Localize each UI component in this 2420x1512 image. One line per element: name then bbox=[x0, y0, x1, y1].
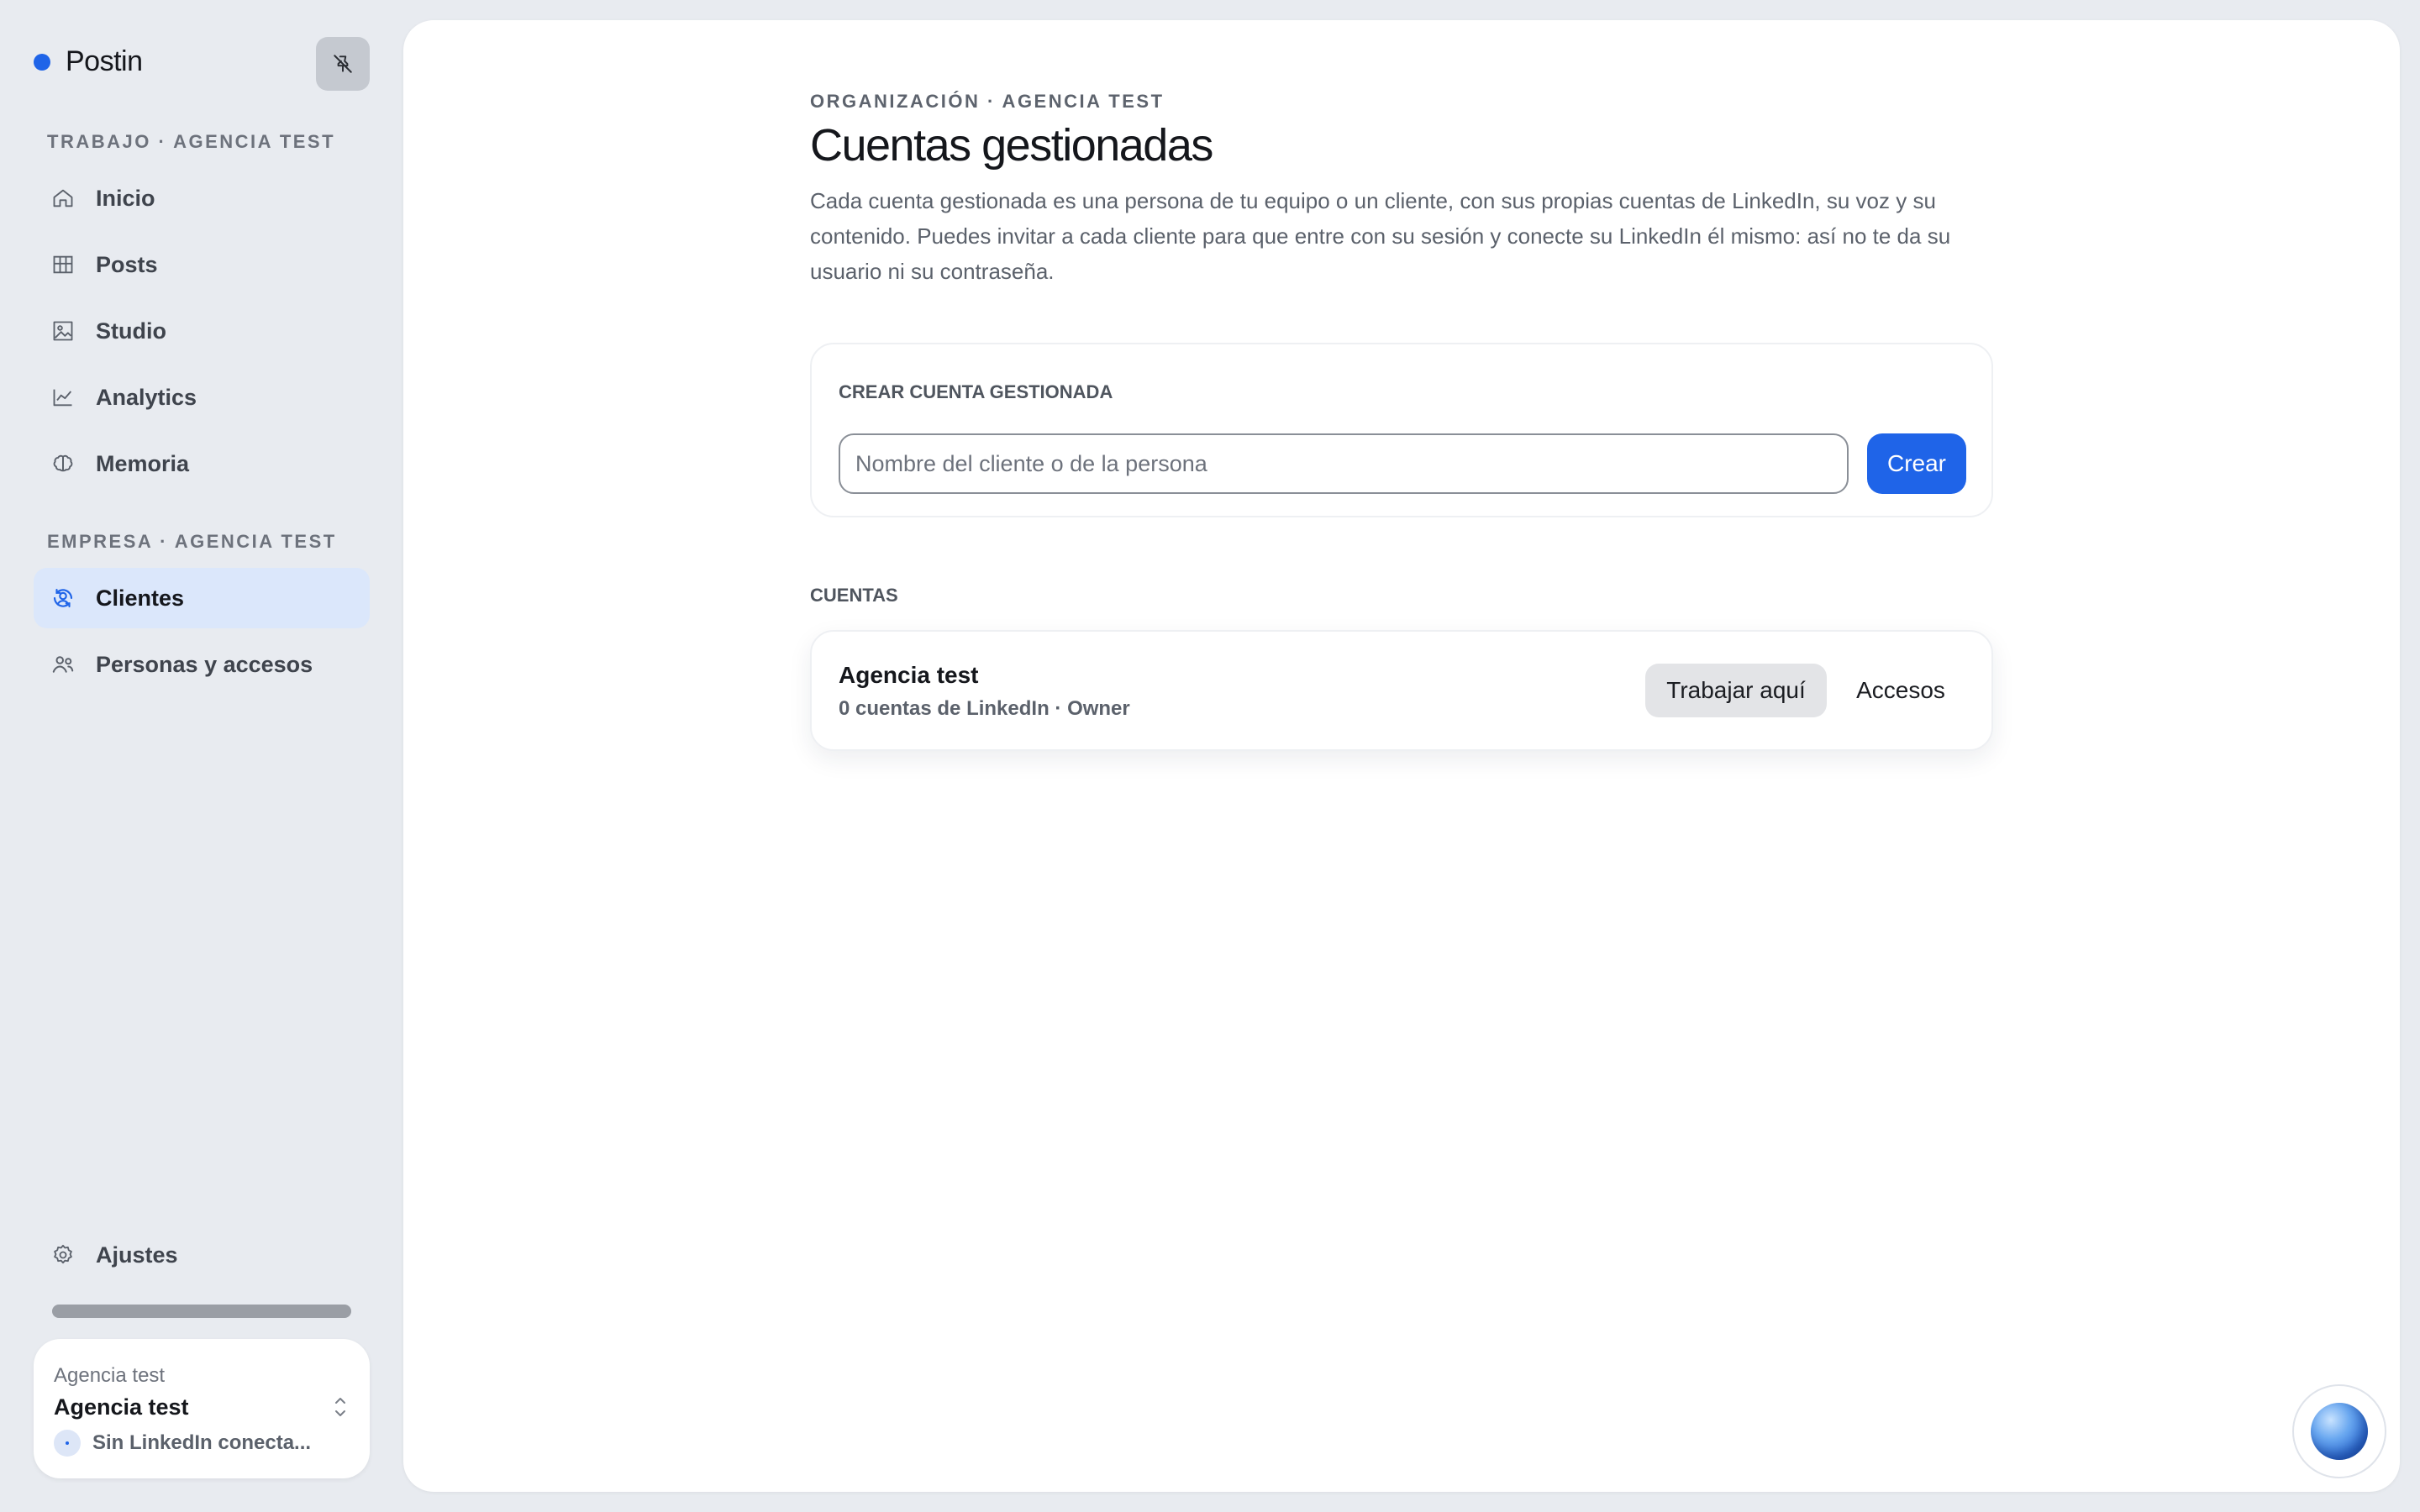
nav-item-posts[interactable]: Posts bbox=[34, 234, 370, 295]
nav-item-label: Clientes bbox=[96, 585, 185, 611]
nav-item-personas-y-accesos[interactable]: Personas y accesos bbox=[34, 634, 370, 695]
chevron-up-down-icon bbox=[331, 1394, 350, 1424]
account-status-text: Sin LinkedIn conecta... bbox=[92, 1431, 312, 1454]
assistant-orb-icon bbox=[2311, 1403, 2368, 1460]
create-button[interactable]: Crear bbox=[1867, 433, 1966, 494]
account-row: Agencia test 0 cuentas de LinkedIn · Own… bbox=[810, 630, 1993, 751]
access-button[interactable]: Accesos bbox=[1842, 664, 1960, 717]
company-section-label: Empresa · Agencia test bbox=[47, 531, 337, 552]
people-icon bbox=[50, 652, 76, 677]
nav-item-label: Ajustes bbox=[96, 1242, 178, 1268]
unpin-sidebar-button[interactable] bbox=[316, 37, 370, 91]
page-description: Cada cuenta gestionada es una persona de… bbox=[810, 188, 1951, 284]
sidebar-scrollbar[interactable] bbox=[52, 1305, 351, 1318]
account-switcher[interactable]: Agencia test Agencia test Sin LinkedIn c… bbox=[34, 1339, 370, 1478]
brand-name: Postin bbox=[66, 45, 143, 77]
create-account-label: Crear cuenta gestionada bbox=[839, 381, 1113, 402]
assistant-button[interactable] bbox=[2292, 1384, 2386, 1478]
brand-dot bbox=[34, 53, 50, 71]
work-here-button[interactable]: Trabajar aquí bbox=[1645, 664, 1827, 717]
nav-item-label: Analytics bbox=[96, 384, 197, 410]
home-icon bbox=[50, 186, 76, 211]
account-org: Agencia test bbox=[54, 1364, 166, 1387]
nav-item-label: Personas y accesos bbox=[96, 651, 313, 677]
nav-item-label: Studio bbox=[96, 318, 166, 344]
chart-icon bbox=[50, 385, 76, 410]
image-icon bbox=[50, 318, 76, 344]
work-section-label: Trabajo · Agencia test bbox=[47, 131, 336, 152]
nav-item-analytics[interactable]: Analytics bbox=[34, 367, 370, 428]
brain-icon bbox=[50, 451, 76, 476]
create-account-card: Crear cuenta gestionada Crear bbox=[810, 343, 1993, 517]
nav-item-label: Inicio bbox=[96, 185, 155, 211]
breadcrumb: Organización · Agencia test bbox=[810, 91, 1165, 112]
client-name-input[interactable] bbox=[839, 433, 1849, 494]
nav-item-label: Memoria bbox=[96, 450, 190, 476]
gear-icon bbox=[50, 1242, 76, 1268]
clients-icon bbox=[50, 585, 76, 611]
main-panel: Organización · Agencia test Cuentas gest… bbox=[403, 20, 2400, 1492]
nav-item-memoria[interactable]: Memoria bbox=[34, 433, 370, 494]
sidebar: Postin Trabajo · Agencia test Inicio Pos… bbox=[0, 0, 403, 1512]
accounts-label: Cuentas bbox=[810, 585, 898, 606]
account-status: Sin LinkedIn conecta... bbox=[54, 1430, 311, 1457]
grid-icon bbox=[50, 252, 76, 277]
nav-item-label: Posts bbox=[96, 251, 158, 277]
brand[interactable]: Postin bbox=[34, 45, 143, 78]
account-row-name: Agencia test bbox=[839, 662, 979, 688]
linkedin-status-icon bbox=[54, 1430, 81, 1457]
pin-off-icon bbox=[334, 55, 352, 73]
account-row-meta: 0 cuentas de LinkedIn · Owner bbox=[839, 697, 1130, 720]
nav-item-clientes[interactable]: Clientes bbox=[34, 568, 370, 628]
nav-item-inicio[interactable]: Inicio bbox=[34, 168, 370, 228]
account-name: Agencia test bbox=[54, 1394, 189, 1420]
nav-item-ajustes[interactable]: Ajustes bbox=[34, 1225, 370, 1285]
nav-item-studio[interactable]: Studio bbox=[34, 301, 370, 361]
page-title: Cuentas gestionadas bbox=[810, 120, 1213, 171]
